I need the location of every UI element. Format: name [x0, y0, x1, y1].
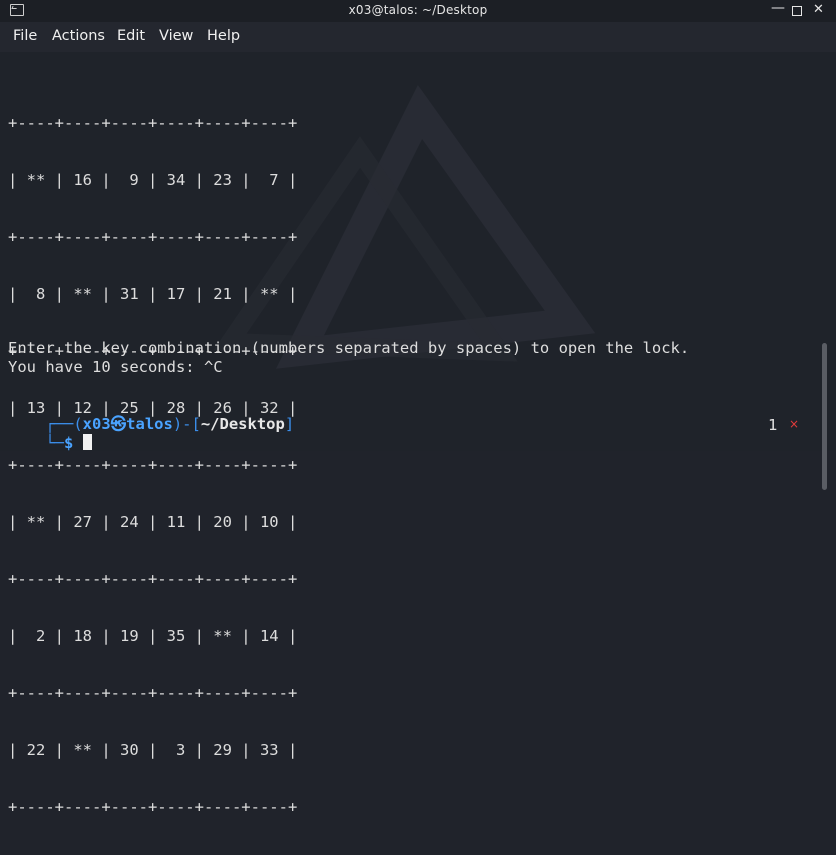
prompt-input-line[interactable]: └─$: [8, 415, 92, 472]
grid-row: | ** | 27 | 24 | 11 | 20 | 10 |: [8, 513, 298, 531]
grid-row: +----+----+----+----+----+----+: [8, 684, 298, 702]
job-count: 1: [768, 416, 778, 434]
timer-message: You have 10 seconds: ^C: [8, 358, 223, 376]
terminal-area[interactable]: +----+----+----+----+----+----+ | ** | 1…: [0, 52, 836, 816]
error-status-icon: ×: [789, 417, 800, 431]
maximize-button[interactable]: [792, 6, 802, 16]
grid-row: +----+----+----+----+----+----+: [8, 228, 298, 246]
menu-bar: File Actions Edit View Help: [0, 22, 836, 52]
scrollbar[interactable]: [822, 343, 827, 490]
grid-row: +----+----+----+----+----+----+: [8, 798, 298, 816]
prompt-close: ]: [284, 415, 295, 433]
prompt-dollar: $: [64, 434, 74, 452]
prompt-sep: )-[: [172, 415, 201, 433]
grid-row: +----+----+----+----+----+----+: [8, 114, 298, 132]
lock-instruction: Enter the key combination (numbers separ…: [8, 339, 690, 357]
prompt-corner-bottom: └─: [45, 434, 64, 452]
grid-row: | 2 | 18 | 19 | 35 | ** | 14 |: [8, 627, 298, 645]
menu-edit[interactable]: Edit: [117, 28, 145, 44]
close-button[interactable]: ✕: [813, 2, 824, 17]
menu-view[interactable]: View: [159, 28, 193, 44]
window-title: x03@talos: ~/Desktop: [348, 3, 488, 17]
grid-row: +----+----+----+----+----+----+: [8, 570, 298, 588]
grid-row: | 22 | ** | 30 | 3 | 29 | 33 |: [8, 741, 298, 759]
grid-row: | ** | 16 | 9 | 34 | 23 | 7 |: [8, 171, 298, 189]
prompt-host: talos: [126, 415, 173, 433]
prompt-at-symbol: ㉿: [110, 415, 127, 433]
prompt-path: ~/Desktop: [200, 415, 285, 433]
text-cursor: [82, 434, 92, 450]
grid-row: | 8 | ** | 31 | 17 | 21 | ** |: [8, 285, 298, 303]
title-bar: x03@talos: ~/Desktop — ✕: [0, 0, 836, 22]
menu-file[interactable]: File: [13, 28, 37, 44]
menu-actions[interactable]: Actions: [52, 28, 105, 44]
menu-help[interactable]: Help: [207, 28, 240, 44]
minimize-button[interactable]: —: [771, 0, 785, 16]
